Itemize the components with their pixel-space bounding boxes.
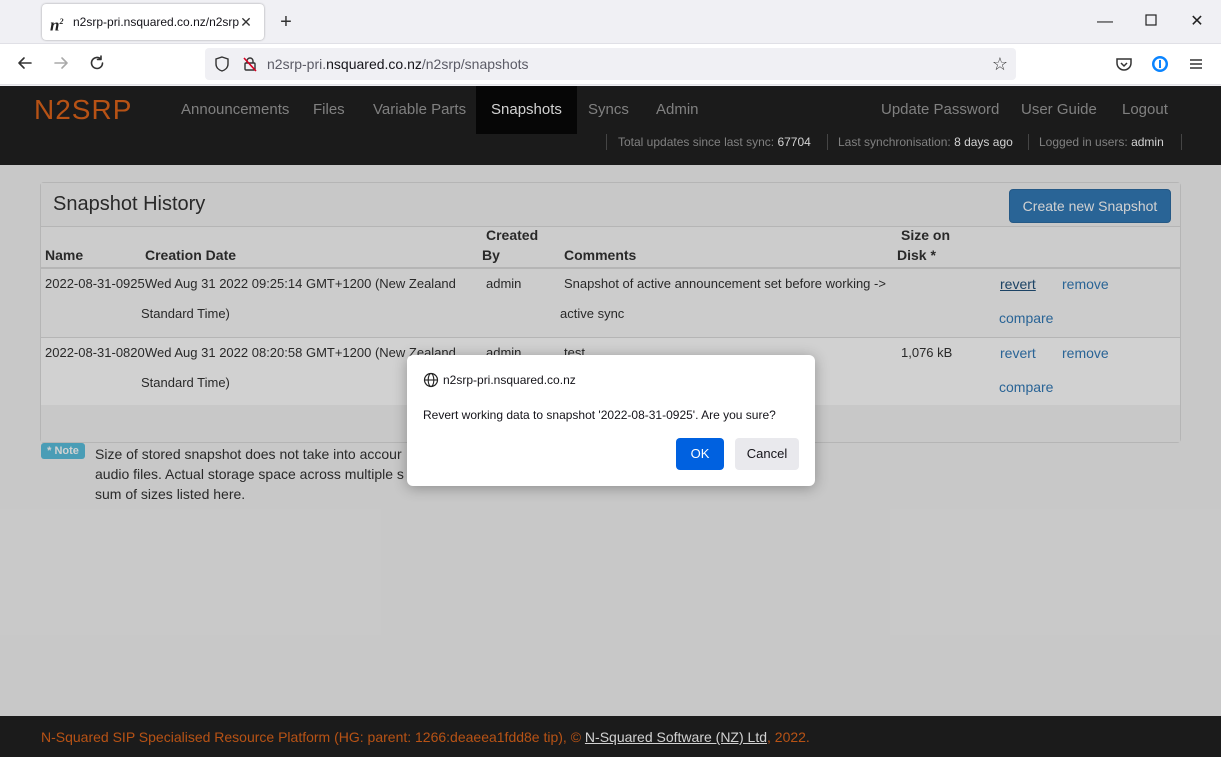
- forward-arrow-icon[interactable]: [50, 54, 72, 76]
- cancel-button[interactable]: Cancel: [735, 438, 799, 470]
- tab-title: n2srp-pri.nsquared.co.nz/n2srp/snapshots: [73, 15, 239, 29]
- confirm-dialog: n2srp-pri.nsquared.co.nz Revert working …: [407, 355, 815, 486]
- password-manager-icon[interactable]: [1150, 54, 1170, 74]
- globe-icon: [423, 372, 439, 388]
- maximize-icon[interactable]: [1141, 12, 1161, 32]
- browser-tab-bar: n2 n2srp-pri.nsquared.co.nz/n2srp/snapsh…: [0, 0, 1221, 44]
- star-icon[interactable]: ☆: [990, 54, 1010, 74]
- new-tab-icon[interactable]: +: [276, 12, 296, 32]
- minimize-icon[interactable]: —: [1095, 12, 1115, 32]
- ok-button[interactable]: OK: [676, 438, 724, 470]
- dialog-message: Revert working data to snapshot '2022-08…: [423, 408, 776, 422]
- reload-icon[interactable]: [86, 54, 108, 76]
- window-close-icon[interactable]: ✕: [1187, 12, 1207, 32]
- insecure-lock-icon[interactable]: [241, 55, 259, 73]
- pocket-icon[interactable]: [1114, 54, 1134, 74]
- url-bar[interactable]: n2srp-pri.nsquared.co.nz/n2srp/snapshots…: [205, 48, 1016, 80]
- browser-tab[interactable]: n2 n2srp-pri.nsquared.co.nz/n2srp/snapsh…: [42, 4, 264, 40]
- browser-toolbar: n2srp-pri.nsquared.co.nz/n2srp/snapshots…: [0, 44, 1221, 85]
- url-text[interactable]: n2srp-pri.nsquared.co.nz/n2srp/snapshots: [267, 56, 529, 72]
- tab-close-icon[interactable]: ✕: [238, 14, 254, 30]
- shield-icon[interactable]: [213, 55, 231, 73]
- hamburger-menu-icon[interactable]: [1186, 54, 1206, 74]
- site-favicon-icon: n2: [50, 15, 64, 35]
- back-arrow-icon[interactable]: [14, 54, 36, 76]
- dialog-origin: n2srp-pri.nsquared.co.nz: [443, 373, 576, 387]
